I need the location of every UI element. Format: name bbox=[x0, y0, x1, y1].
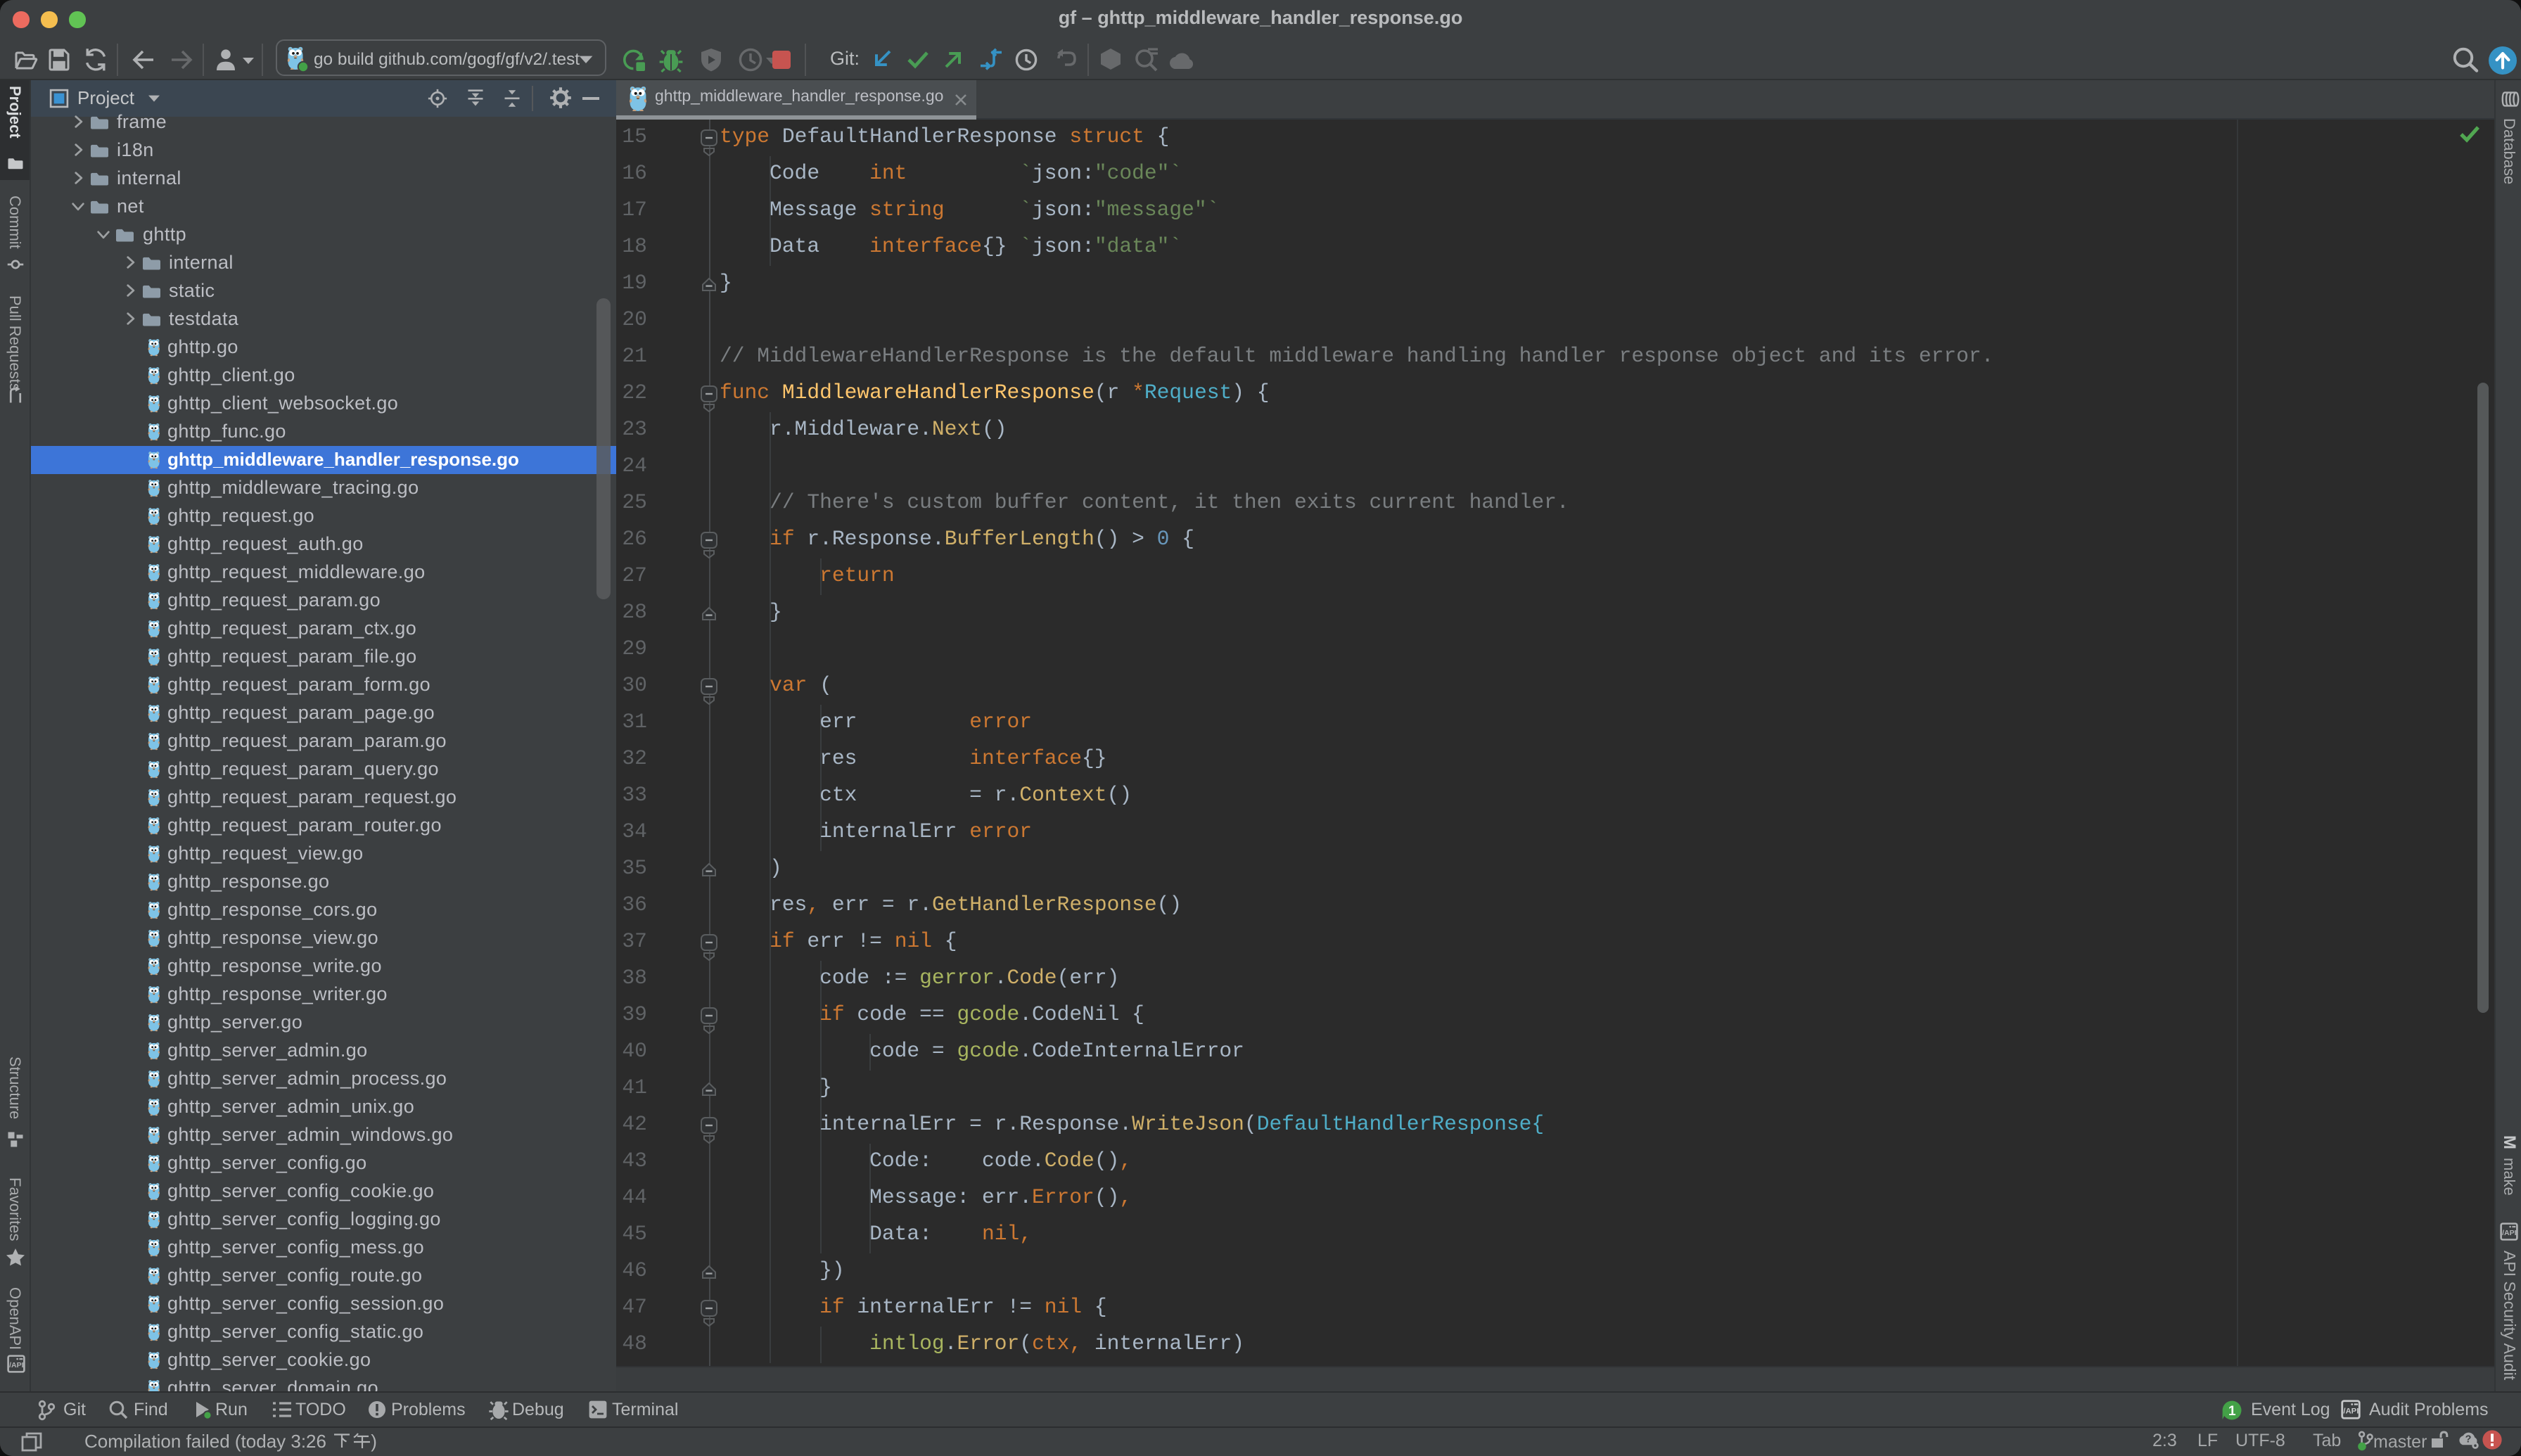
svg-text:?: ? bbox=[2465, 1434, 2471, 1445]
svg-text:/API: /API bbox=[2501, 1229, 2516, 1237]
svg-text:/API: /API bbox=[2343, 1406, 2359, 1415]
svg-text:/API: /API bbox=[8, 1361, 23, 1369]
svg-text:1: 1 bbox=[2228, 1403, 2236, 1418]
